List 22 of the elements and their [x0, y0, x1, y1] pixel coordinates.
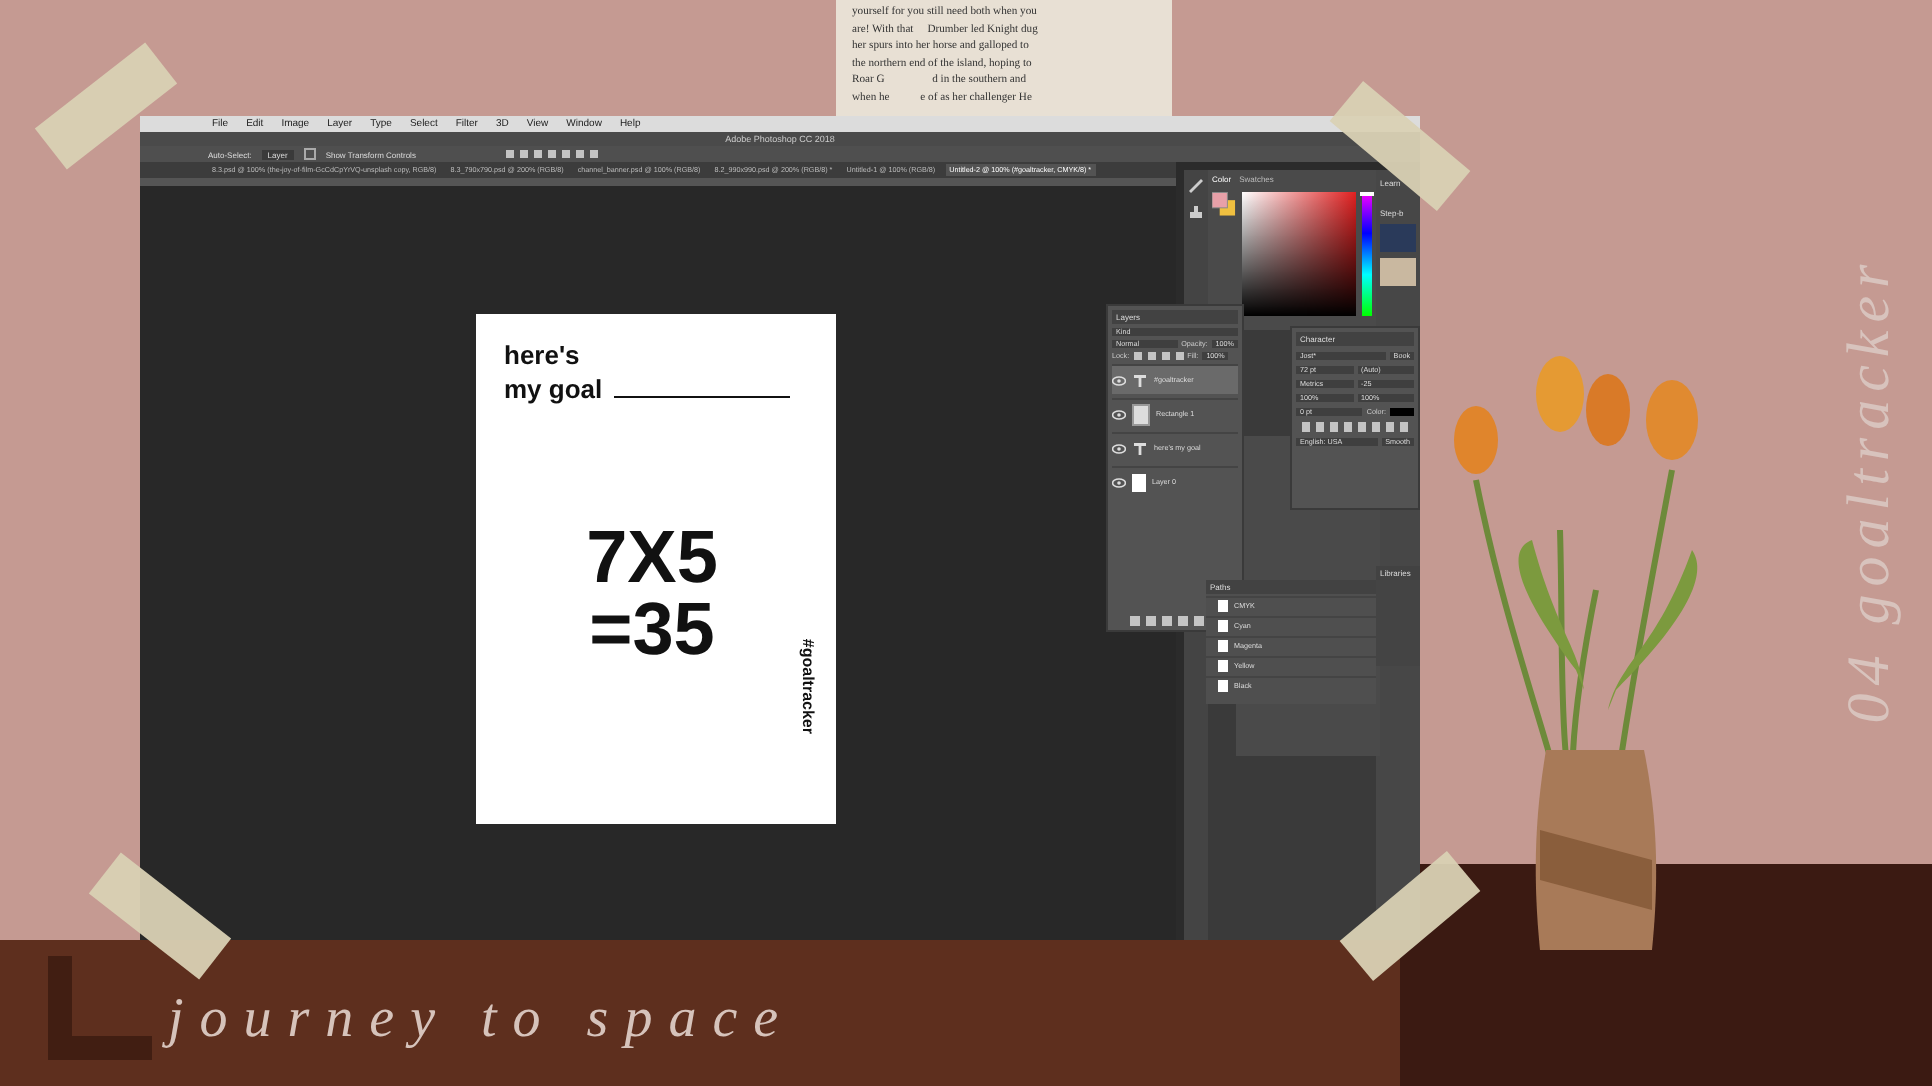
stamp-icon: [1188, 204, 1204, 220]
hashtag-text: #goaltracker: [800, 638, 818, 734]
text-layer-icon: [1132, 373, 1148, 387]
tutorial-thumbnail[interactable]: [1380, 258, 1416, 286]
eye-icon: [1112, 375, 1126, 385]
layer-thumbnail: [1132, 403, 1150, 425]
color-picker-field[interactable]: [1241, 192, 1357, 316]
color-swatches-icon: [1212, 192, 1236, 216]
brush-icon: [1188, 178, 1204, 194]
checkbox[interactable]: [303, 148, 316, 160]
eye-icon: [1112, 477, 1126, 487]
text-layer-icon: [1132, 441, 1148, 455]
equation-text: 7X5: [584, 522, 720, 594]
color-swatch[interactable]: [1390, 408, 1414, 416]
goal-heading: here's: [504, 338, 582, 372]
layer-thumbnail: [1132, 473, 1146, 491]
goal-heading: my goal: [504, 372, 603, 406]
tutorial-thumbnail[interactable]: [1380, 224, 1416, 252]
corner-bracket: [48, 956, 152, 1060]
hue-slider-thumb[interactable]: [1360, 191, 1375, 196]
eye-icon: [1112, 409, 1126, 419]
eye-icon: [1112, 443, 1126, 453]
